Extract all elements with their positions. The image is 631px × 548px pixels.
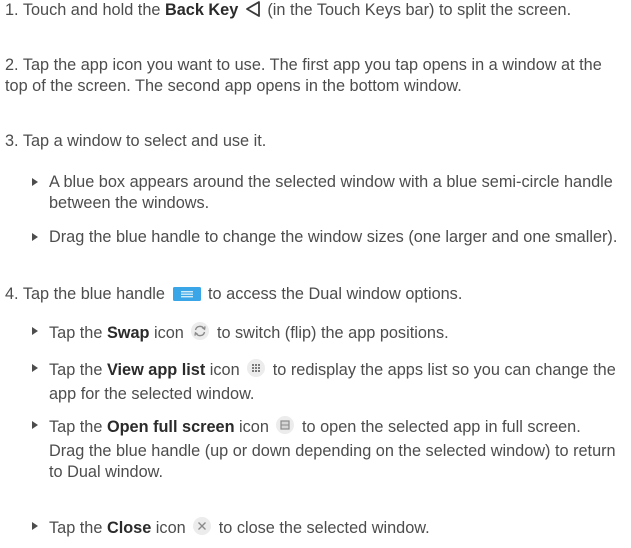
instructions-page: 1. Touch and hold the Back Key (in the T… — [0, 0, 631, 548]
step-3: 3. Tap a window to select and use it. — [5, 131, 617, 152]
close-icon — [192, 516, 212, 542]
bullet-arrow-icon — [32, 364, 38, 372]
bullet-arrow-icon — [32, 522, 38, 530]
bullet-text-mid: icon — [149, 324, 184, 342]
step-text-pre: Tap the blue handle — [22, 285, 165, 303]
bullet-arrow-icon — [32, 233, 38, 241]
bullet-text-pre: Tap the — [49, 324, 107, 342]
step-4: 4. Tap the blue handle to access the Dua… — [5, 284, 617, 308]
back-key-label: Back Key — [164, 1, 239, 19]
step-number: 4. — [5, 285, 19, 303]
step-text-post: to access the Dual window options. — [208, 285, 463, 303]
view-app-list-label: View app list — [106, 361, 206, 379]
swap-label: Swap — [106, 324, 150, 342]
bullet-text: A blue box appears around the selected w… — [49, 173, 613, 212]
bullet-text-pre: Tap the — [49, 361, 107, 379]
step-3-bullet-2: Drag the blue handle to change the windo… — [32, 227, 620, 248]
swap-icon — [190, 321, 210, 347]
bullet-text-pre: Tap the — [49, 519, 107, 537]
step-text: Tap a window to select and use it. — [22, 132, 267, 150]
full-screen-icon — [275, 415, 295, 441]
bullet-text-post: to close the selected window. — [218, 519, 430, 537]
step-number: 3. — [5, 132, 19, 150]
bullet-text-mid: icon — [234, 418, 269, 436]
step-4-bullet-full-screen: Tap the Open full screen icon to open th… — [32, 415, 620, 483]
step-number: 1. — [5, 1, 19, 19]
step-3-bullet-1: A blue box appears around the selected w… — [32, 172, 620, 214]
step-text-post: (in the Touch Keys bar) to split the scr… — [262, 1, 572, 19]
back-triangle-icon — [245, 0, 261, 24]
bullet-arrow-icon — [32, 327, 38, 335]
bullet-text-pre: Tap the — [49, 418, 107, 436]
step-1: 1. Touch and hold the Back Key (in the T… — [5, 0, 617, 24]
step-4-bullet-app-list: Tap the View app list icon to redisplay … — [32, 358, 620, 405]
bullet-text-mid: icon — [205, 361, 240, 379]
bullet-text-mid: icon — [151, 519, 186, 537]
step-4-bullet-close: Tap the Close icon to close the selected… — [32, 516, 620, 542]
bullet-arrow-icon — [32, 421, 38, 429]
close-label: Close — [106, 519, 152, 537]
step-number: 2. — [5, 56, 19, 74]
blue-handle-icon — [172, 286, 202, 308]
step-4-bullet-swap: Tap the Swap icon to switch (flip) the a… — [32, 321, 620, 347]
bullet-text: Drag the blue handle to change the windo… — [49, 228, 618, 246]
open-full-screen-label: Open full screen — [106, 418, 235, 436]
bullet-text-post: to switch (flip) the app positions. — [216, 324, 449, 342]
step-2: 2. Tap the app icon you want to use. The… — [5, 55, 617, 97]
step-text-pre: Touch and hold the — [22, 1, 165, 19]
app-list-icon — [246, 358, 266, 384]
step-text: Tap the app icon you want to use. The fi… — [5, 56, 602, 95]
bullet-arrow-icon — [32, 178, 38, 186]
